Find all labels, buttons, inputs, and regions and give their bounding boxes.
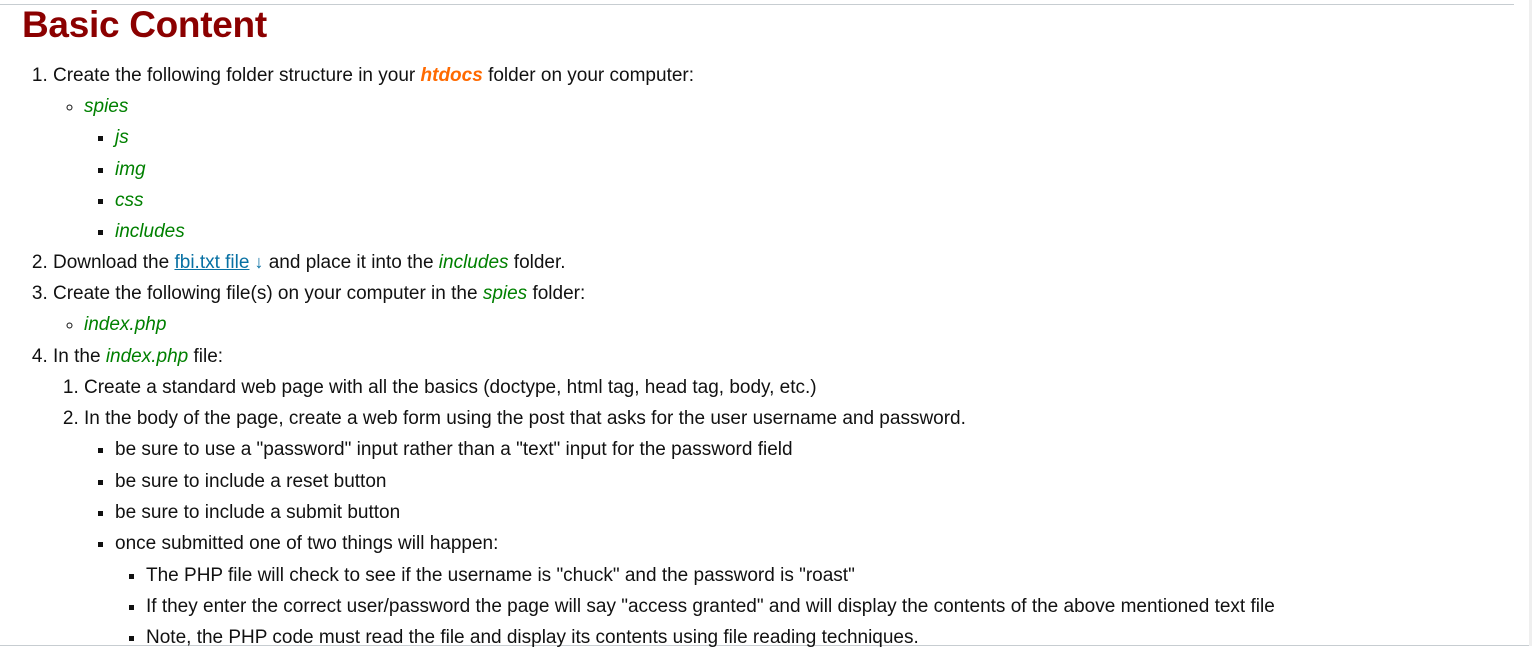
section-heading: Basic Content (22, 4, 267, 45)
spies-folder: spies (84, 96, 129, 117)
step-2-text-mid: and place it into the (263, 252, 439, 274)
substeps-list: Create a standard web page with all the … (53, 372, 1512, 653)
index-php-name: index.php (105, 345, 189, 367)
outcome-item: Note, the PHP code must read the file an… (146, 622, 1512, 653)
subfolder-item: img (115, 154, 1512, 185)
form-note-item: be sure to use a "password" input rather… (115, 434, 1512, 465)
subfolder-list: js img css includes (84, 122, 1512, 247)
subfolder-item: css (115, 185, 1512, 216)
form-note-text: once submitted one of two things will ha… (115, 533, 499, 555)
step-1-text: Create the following folder structure in… (53, 65, 421, 86)
outcome-item: If they enter the correct user/password … (146, 591, 1512, 622)
step-1-text-end: folder on your computer: (482, 65, 695, 86)
outcomes-list: The PHP file will check to see if the us… (115, 560, 1512, 653)
folder-item: spies js img css includes (84, 91, 1512, 247)
form-notes-list: be sure to use a "password" input rather… (84, 434, 1512, 653)
subfolder-js: js (115, 127, 129, 149)
step-1: Create the following folder structure in… (53, 60, 1512, 247)
subfolder-item: js (115, 122, 1512, 153)
file-index-php: index.php (84, 314, 167, 336)
form-note-item: once submitted one of two things will ha… (115, 528, 1512, 653)
step-3: Create the following file(s) on your com… (53, 278, 1512, 340)
outcome-item: The PHP file will check to see if the us… (146, 560, 1512, 591)
substep-text: In the body of the page, create a web fo… (84, 408, 966, 430)
step-4: In the index.php file: Create a standard… (53, 341, 1512, 653)
subfolder-css: css (115, 189, 144, 211)
file-item: index.php (84, 309, 1512, 340)
step-3-text-end: folder: (527, 283, 586, 305)
form-note-item: be sure to include a reset button (115, 466, 1512, 497)
subfolder-includes: includes (115, 221, 185, 243)
includes-folder-name: includes (438, 252, 509, 274)
substep-item: In the body of the page, create a web fo… (84, 403, 1512, 653)
step-3-text: Create the following file(s) on your com… (53, 283, 483, 305)
steps-list: Create the following folder structure in… (22, 60, 1512, 653)
step-4-text-end: file: (188, 345, 224, 367)
step-2: Download the fbi.txt file↓ and place it … (53, 247, 1512, 278)
spies-folder-name: spies (482, 283, 528, 305)
fbi-txt-download-link[interactable]: fbi.txt file (174, 252, 249, 273)
step-2-text: Download the (53, 252, 175, 274)
step-4-text: In the (53, 345, 106, 367)
form-note-item: be sure to include a submit button (115, 497, 1512, 528)
step-2-text-end: folder. (508, 252, 566, 274)
substep-item: Create a standard web page with all the … (84, 372, 1512, 403)
file-list: index.php (53, 309, 1512, 340)
folder-list: spies js img css includes (53, 91, 1512, 247)
htdocs-folder-name: htdocs (420, 65, 483, 86)
subfolder-img: img (115, 158, 146, 180)
page-content: Basic Content Create the following folde… (22, 3, 1512, 653)
subfolder-item: includes (115, 216, 1512, 247)
